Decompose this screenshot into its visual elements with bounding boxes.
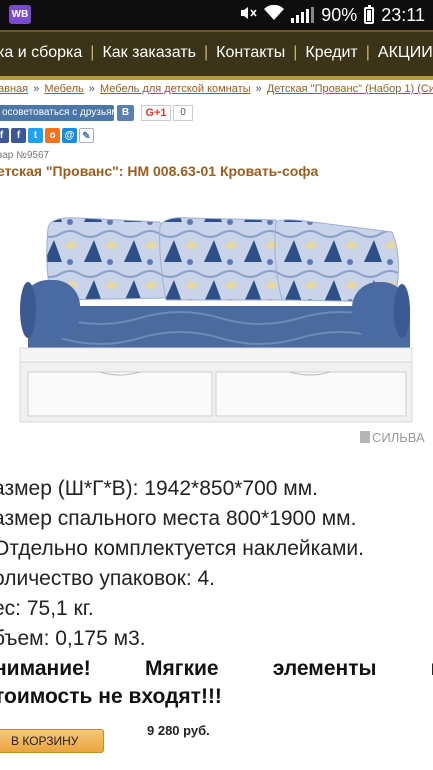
spec-weight: ес: 75,1 кг. (0, 597, 94, 620)
nav-separator: | (90, 44, 95, 61)
product-specs: азмер (Ш*Г*В): 1942*850*700 мм. азмер сп… (0, 474, 364, 654)
breadcrumb-collection[interactable]: Детская "Прованс" (Набор 1) (Сил (267, 83, 433, 95)
advise-friends-button[interactable]: осоветоваться с друзьями (0, 105, 124, 121)
top-nav: ка и сборка | Как заказать | Контакты | Кредит… (0, 30, 433, 80)
nav-item-promotions[interactable]: АКЦИИ (378, 44, 433, 62)
breadcrumb-kids-room[interactable]: Мебель для детской комнаты (100, 83, 251, 95)
signal-icon (291, 7, 315, 23)
breadcrumb-separator: » (33, 83, 40, 95)
spec-volume: бъем: 0,175 м3. (0, 627, 146, 650)
warning-word: нимание! (0, 657, 91, 680)
livejournal-icon[interactable]: ✎ (79, 128, 94, 143)
breadcrumb: авная » Мебель » Мебель для детской комн… (0, 83, 433, 95)
spec-packages: оличество упаковок: 4. (0, 567, 215, 590)
twitter-icon[interactable]: t (28, 128, 43, 143)
warning-word: Мягкие (144, 657, 219, 680)
app-badge-icon: WB (9, 5, 31, 24)
facebook-share-icon[interactable]: f (11, 128, 26, 143)
breadcrumb-separator: » (255, 83, 262, 95)
clock: 23:11 (381, 4, 425, 25)
warning-word: элементы (272, 657, 377, 680)
product-image[interactable]: СИЛЬВА (0, 188, 433, 458)
nav-separator: | (293, 44, 298, 61)
product-sku: вар №9567 (0, 150, 50, 161)
product-price: 9 280 руб. (147, 723, 210, 738)
battery-percent: 90% (321, 4, 358, 25)
gplus-count: 0 (173, 105, 193, 121)
nav-item-how-to-order[interactable]: Как заказать (102, 44, 196, 62)
brand-watermark: СИЛЬВА (372, 430, 425, 445)
breadcrumb-separator: » (88, 83, 95, 95)
share-icons: f f t o @ ✎ (0, 128, 94, 143)
mailru-icon[interactable]: @ (62, 128, 77, 143)
spec-sleeping-area: азмер спального места 800*1900 мм. (0, 507, 357, 530)
nav-item-credit[interactable]: Кредит (305, 44, 357, 62)
wifi-icon (264, 4, 285, 26)
breadcrumb-home[interactable]: авная (0, 83, 28, 95)
gplus-button[interactable]: G+1 (141, 105, 171, 121)
breadcrumb-furniture[interactable]: Мебель (44, 83, 83, 95)
vk-icon[interactable]: В (117, 105, 134, 121)
spec-stickers: Отдельно комплектуется наклейками. (0, 537, 364, 560)
spec-dimensions: азмер (Ш*Г*В): 1942*850*700 мм. (0, 477, 319, 500)
nav-item-contacts[interactable]: Контакты (216, 44, 285, 62)
nav-accent-stripe (0, 76, 433, 80)
nav-item-delivery[interactable]: ка и сборка (0, 44, 82, 62)
nav-separator: | (203, 44, 209, 61)
add-to-cart-button[interactable]: В КОРЗИНУ (0, 729, 104, 753)
warning-note: нимание! Мягкие элементы кр тоимость не … (0, 655, 433, 711)
warning-line-2: тоимость не входят!!! (0, 685, 222, 708)
product-title: етская "Прованс": НМ 008.63-01 Кровать-с… (0, 163, 319, 179)
mute-icon (239, 5, 257, 26)
facebook-icon[interactable]: f (0, 128, 9, 143)
battery-icon (364, 4, 375, 24)
nav-separator: | (365, 44, 370, 61)
odnoklassniki-icon[interactable]: o (45, 128, 60, 143)
status-bar: WB 90% 23:11 (0, 0, 433, 30)
